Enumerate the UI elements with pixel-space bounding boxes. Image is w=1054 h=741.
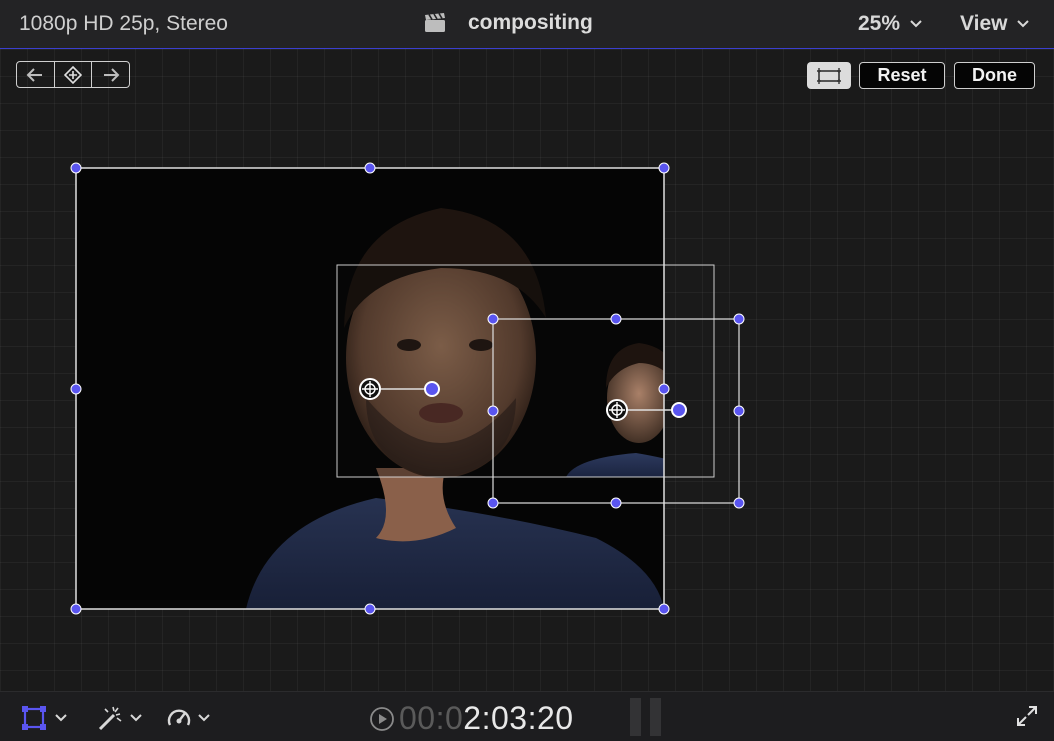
- resize-handle[interactable]: [364, 162, 376, 174]
- chevron-down-icon: [55, 714, 67, 722]
- resize-handle[interactable]: [610, 497, 622, 509]
- resize-handle[interactable]: [733, 497, 745, 509]
- resize-handle[interactable]: [733, 405, 745, 417]
- resize-handle[interactable]: [487, 313, 499, 325]
- resize-handle[interactable]: [733, 313, 745, 325]
- resize-handle[interactable]: [70, 603, 82, 615]
- transform-tool-menu[interactable]: [21, 705, 67, 731]
- transform-overlay: [70, 162, 745, 615]
- anchor-point-icon[interactable]: [359, 378, 381, 400]
- timecode-value: 2:03:20: [463, 700, 574, 736]
- rotation-handle[interactable]: [424, 381, 440, 397]
- magic-wand-icon: [98, 706, 122, 731]
- secondary-bounding-box[interactable]: [336, 264, 715, 478]
- speedometer-icon: [167, 709, 191, 726]
- resize-handle[interactable]: [658, 162, 670, 174]
- resize-handle[interactable]: [487, 497, 499, 509]
- resize-handle[interactable]: [658, 383, 670, 395]
- audio-meter-right: [650, 698, 661, 736]
- anchor-point-icon[interactable]: [606, 399, 628, 421]
- timecode-leading: 00:0: [399, 700, 464, 736]
- audio-meter-left: [630, 698, 641, 736]
- chevron-down-icon: [198, 714, 210, 722]
- rotation-handle[interactable]: [671, 402, 687, 418]
- play-circle-icon[interactable]: [369, 706, 395, 732]
- resize-handle[interactable]: [658, 603, 670, 615]
- resize-handle[interactable]: [487, 405, 499, 417]
- resize-handle[interactable]: [70, 162, 82, 174]
- timecode-display[interactable]: 00:0 2:03:20: [369, 700, 574, 737]
- chevron-down-icon: [130, 714, 142, 722]
- enhancements-menu[interactable]: [96, 705, 142, 731]
- fullscreen-icon[interactable]: [1016, 705, 1038, 727]
- retime-menu[interactable]: [166, 705, 210, 731]
- resize-handle[interactable]: [70, 383, 82, 395]
- resize-handle[interactable]: [364, 603, 376, 615]
- transform-icon: [22, 706, 46, 730]
- resize-handle[interactable]: [610, 313, 622, 325]
- viewer-bottom-bar: 00:0 2:03:20: [0, 691, 1054, 741]
